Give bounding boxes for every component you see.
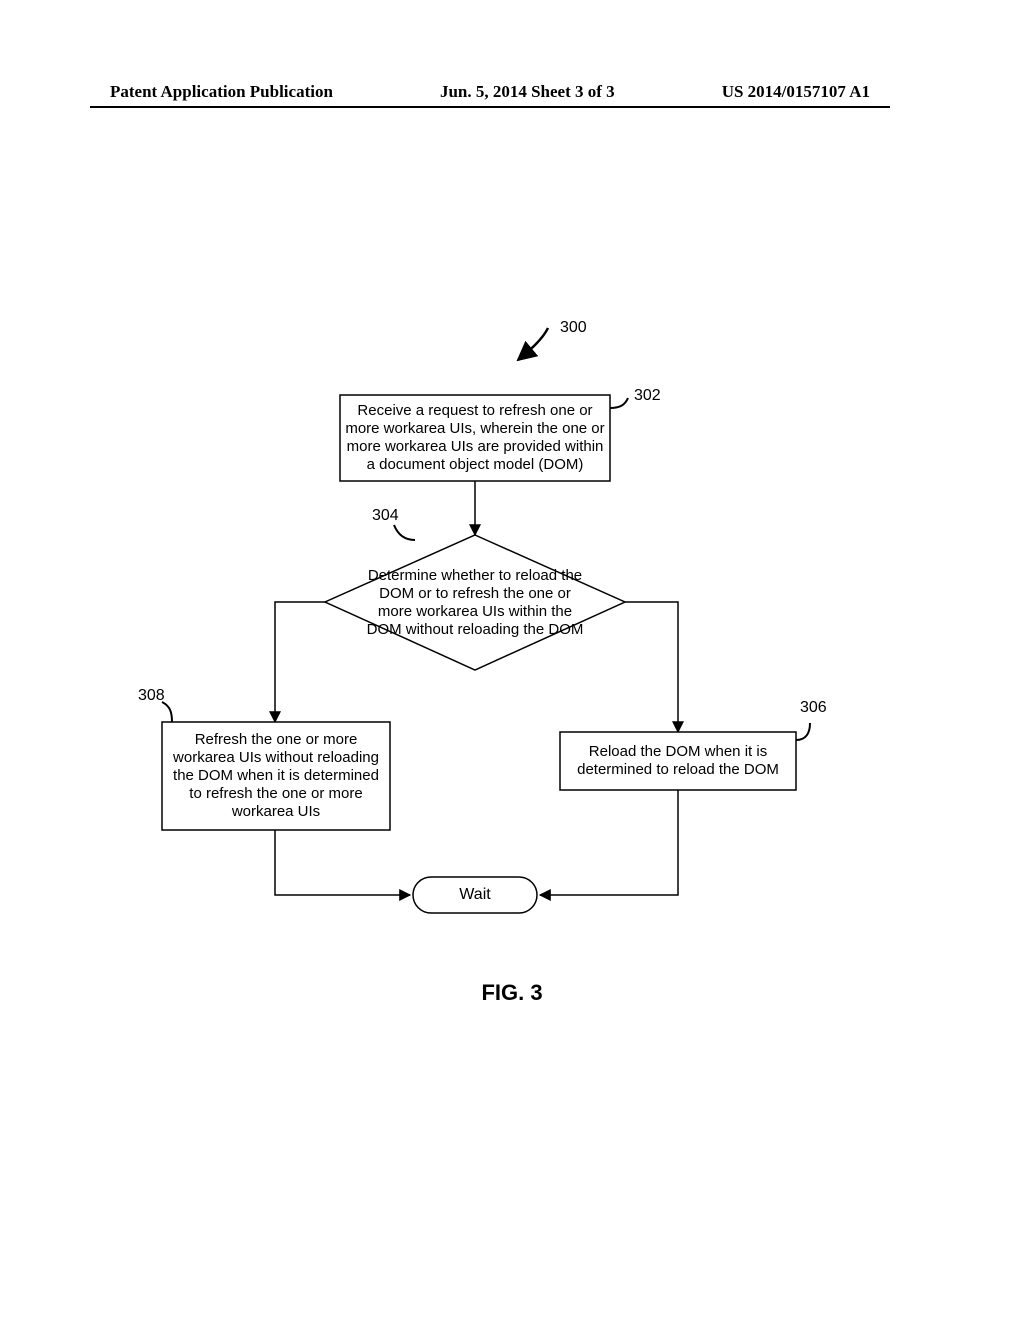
box-308: Refresh the one or more workarea UIs wit…	[162, 722, 390, 830]
ref-306-hook: 306	[796, 699, 827, 740]
arrow-308-to-wait	[275, 830, 410, 895]
figure-caption: FIG. 3	[0, 980, 1024, 1006]
ref-304-hook: 304	[372, 507, 415, 540]
terminator-wait-text: Wait	[413, 877, 537, 913]
arrow-306-to-wait	[540, 790, 678, 895]
ref-306-label: 306	[800, 699, 827, 716]
flowchart: 300 Receive a request to refresh one or …	[0, 0, 1024, 1320]
diamond-304: Determine whether to reload the DOM or t…	[325, 535, 625, 670]
terminator-wait: Wait	[413, 877, 537, 913]
ref-304-label: 304	[372, 507, 399, 524]
ref-300-label: 300	[560, 319, 587, 336]
ref-300-pointer: 300	[518, 319, 587, 360]
ref-308-label: 308	[138, 687, 165, 704]
diamond-304-text: Determine whether to reload the DOM or t…	[360, 550, 590, 656]
arrow-304-to-306	[625, 602, 678, 732]
box-306-text: Reload the DOM when it is determined to …	[565, 736, 791, 786]
box-306: Reload the DOM when it is determined to …	[560, 732, 796, 790]
arrow-304-to-308	[275, 602, 325, 722]
box-308-text: Refresh the one or more workarea UIs wit…	[167, 726, 385, 826]
ref-302-hook: 302	[610, 387, 661, 408]
ref-302-label: 302	[634, 387, 661, 404]
ref-308-hook: 308	[138, 687, 172, 722]
box-302-text: Receive a request to refresh one or more…	[345, 397, 605, 479]
box-302: Receive a request to refresh one or more…	[340, 395, 610, 481]
